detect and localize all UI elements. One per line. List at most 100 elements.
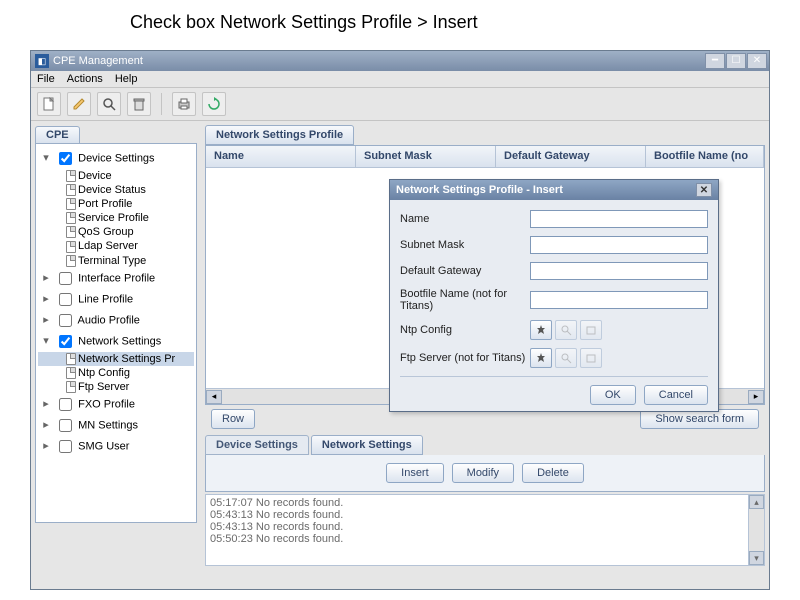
- tree-node-smg-user[interactable]: ▸ SMG User: [38, 436, 194, 457]
- maximize-button[interactable]: ☐: [726, 53, 746, 69]
- tree-child-terminal-type[interactable]: Terminal Type: [38, 254, 194, 268]
- sidebar-tab-cpe[interactable]: CPE: [35, 126, 80, 144]
- tree-child-ldap-server[interactable]: Ldap Server: [38, 239, 194, 253]
- ok-button[interactable]: OK: [590, 385, 636, 405]
- tree-label: Interface Profile: [78, 272, 155, 284]
- tree-label: Device Settings: [78, 152, 154, 164]
- search-icon[interactable]: [555, 320, 577, 340]
- delete-icon[interactable]: [127, 92, 151, 116]
- menu-actions[interactable]: Actions: [67, 73, 103, 85]
- expander-icon[interactable]: ▸: [40, 418, 52, 431]
- tree-child-ntp-config[interactable]: Ntp Config: [38, 366, 194, 380]
- input-subnet[interactable]: [530, 236, 708, 254]
- expander-icon[interactable]: ▾: [40, 151, 52, 164]
- dialog-title-bar: Network Settings Profile - Insert ✕: [390, 180, 718, 200]
- print-icon[interactable]: [172, 92, 196, 116]
- expander-icon[interactable]: ▸: [40, 397, 52, 410]
- tab-device-settings[interactable]: Device Settings: [205, 435, 309, 455]
- label-ntp: Ntp Config: [400, 324, 530, 336]
- cancel-button[interactable]: Cancel: [644, 385, 708, 405]
- expander-icon[interactable]: ▸: [40, 313, 52, 326]
- refresh-icon[interactable]: [202, 92, 226, 116]
- tree-checkbox[interactable]: [59, 398, 72, 411]
- tree-child-service-profile[interactable]: Service Profile: [38, 211, 194, 225]
- dialog-separator: [400, 376, 708, 377]
- tree-checkbox[interactable]: [59, 440, 72, 453]
- tree-child-device-status[interactable]: Device Status: [38, 183, 194, 197]
- log-line: 05:17:07 No records found.: [210, 497, 760, 509]
- lookup-icon[interactable]: [530, 320, 552, 340]
- tree-node-fxo-profile[interactable]: ▸ FXO Profile: [38, 394, 194, 415]
- title-bar: ◧ CPE Management ━ ☐ ✕: [31, 51, 769, 71]
- scroll-left-icon[interactable]: ◂: [206, 390, 222, 404]
- vertical-scrollbar[interactable]: ▴ ▾: [748, 495, 764, 565]
- col-name[interactable]: Name: [206, 146, 356, 167]
- tab-network-settings[interactable]: Network Settings: [311, 435, 423, 455]
- tree-node-mn-settings[interactable]: ▸ MN Settings: [38, 415, 194, 436]
- clear-icon[interactable]: [580, 320, 602, 340]
- tree-checkbox[interactable]: [59, 293, 72, 306]
- tree-child-device[interactable]: Device: [38, 169, 194, 183]
- input-bootfile[interactable]: [530, 291, 708, 309]
- input-name[interactable]: [530, 210, 708, 228]
- col-subnet[interactable]: Subnet Mask: [356, 146, 496, 167]
- minimize-button[interactable]: ━: [705, 53, 725, 69]
- expander-icon[interactable]: ▸: [40, 271, 52, 284]
- tree-checkbox[interactable]: [59, 335, 72, 348]
- tree-node-network-settings[interactable]: ▾ Network Settings: [38, 331, 194, 352]
- lookup-icon[interactable]: [530, 348, 552, 368]
- menu-bar: File Actions Help: [31, 71, 769, 88]
- show-search-form-button[interactable]: Show search form: [640, 409, 759, 429]
- app-icon: ◧: [35, 54, 49, 68]
- tree-checkbox[interactable]: [59, 272, 72, 285]
- tree-node-device-settings[interactable]: ▾ Device Settings: [38, 148, 194, 169]
- insert-button[interactable]: Insert: [386, 463, 444, 483]
- expander-icon[interactable]: ▸: [40, 439, 52, 452]
- tree-node-audio-profile[interactable]: ▸ Audio Profile: [38, 310, 194, 331]
- input-gateway[interactable]: [530, 262, 708, 280]
- scroll-right-icon[interactable]: ▸: [748, 390, 764, 404]
- scroll-down-icon[interactable]: ▾: [749, 551, 764, 565]
- clear-icon[interactable]: [580, 348, 602, 368]
- log-line: 05:43:13 No records found.: [210, 521, 760, 533]
- tree-child-label: Terminal Type: [78, 255, 146, 267]
- file-icon: [66, 367, 76, 379]
- dialog-close-button[interactable]: ✕: [696, 183, 712, 197]
- close-button[interactable]: ✕: [747, 53, 767, 69]
- col-gateway[interactable]: Default Gateway: [496, 146, 646, 167]
- menu-help[interactable]: Help: [115, 73, 138, 85]
- tree-child-ftp-server[interactable]: Ftp Server: [38, 380, 194, 394]
- col-bootfile[interactable]: Bootfile Name (no: [646, 146, 764, 167]
- tab-network-settings-profile[interactable]: Network Settings Profile: [205, 125, 354, 145]
- tree-child-label: Service Profile: [78, 212, 149, 224]
- table-header: Name Subnet Mask Default Gateway Bootfil…: [206, 146, 764, 168]
- expander-icon[interactable]: ▸: [40, 292, 52, 305]
- tree-child-network-settings-profile[interactable]: Network Settings Pr: [38, 352, 194, 366]
- log-panel: 05:17:07 No records found. 05:43:13 No r…: [205, 494, 765, 566]
- search-icon[interactable]: [97, 92, 121, 116]
- modify-button[interactable]: Modify: [452, 463, 514, 483]
- tree-label: Audio Profile: [78, 314, 140, 326]
- menu-file[interactable]: File: [37, 73, 55, 85]
- new-icon[interactable]: [37, 92, 61, 116]
- tree-checkbox[interactable]: [59, 152, 72, 165]
- scroll-up-icon[interactable]: ▴: [749, 495, 764, 509]
- edit-icon[interactable]: [67, 92, 91, 116]
- tree-child-qos-group[interactable]: QoS Group: [38, 225, 194, 239]
- expander-icon[interactable]: ▾: [40, 334, 52, 347]
- tree-checkbox[interactable]: [59, 419, 72, 432]
- tree-node-interface-profile[interactable]: ▸ Interface Profile: [38, 268, 194, 289]
- file-icon: [66, 353, 76, 365]
- label-gateway: Default Gateway: [400, 265, 530, 277]
- window-title: CPE Management: [53, 55, 143, 67]
- dialog-title: Network Settings Profile - Insert: [396, 184, 563, 196]
- search-icon[interactable]: [555, 348, 577, 368]
- label-subnet: Subnet Mask: [400, 239, 530, 251]
- tree-child-port-profile[interactable]: Port Profile: [38, 197, 194, 211]
- delete-button[interactable]: Delete: [522, 463, 584, 483]
- tree-label: Line Profile: [78, 293, 133, 305]
- file-icon: [66, 184, 76, 196]
- tree-node-line-profile[interactable]: ▸ Line Profile: [38, 289, 194, 310]
- file-icon: [66, 255, 76, 267]
- tree-checkbox[interactable]: [59, 314, 72, 327]
